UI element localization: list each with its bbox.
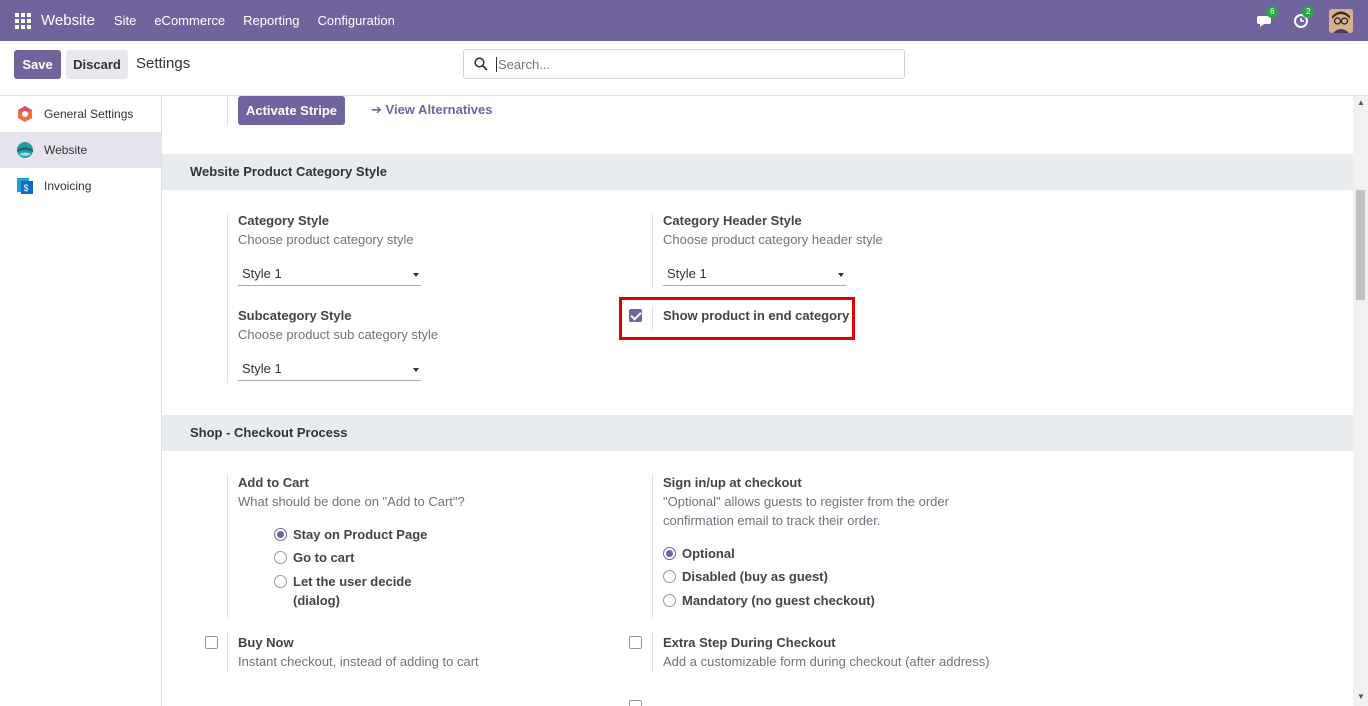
arrow-right-icon: ➔	[371, 102, 382, 117]
messages-count-badge: 6	[1266, 5, 1279, 18]
top-navbar: Website Site eCommerce Reporting Configu…	[0, 0, 1368, 41]
category-header-style-select[interactable]: Style 1	[663, 264, 846, 286]
radio-label: Mandatory (no guest checkout)	[682, 593, 875, 608]
buy-now-desc: Instant checkout, instead of adding to c…	[238, 654, 479, 669]
buy-now-checkbox[interactable]	[205, 636, 218, 649]
page-title: Settings	[136, 55, 191, 72]
radio-label: Optional	[682, 546, 735, 561]
radio-disabled[interactable]	[663, 570, 676, 583]
svg-text:$: $	[24, 183, 29, 193]
section-header-category-style: Website Product Category Style	[162, 154, 1353, 190]
caret-down-icon	[838, 273, 844, 277]
sidebar-item-label: General Settings	[44, 107, 134, 121]
radio-optional[interactable]	[663, 547, 676, 560]
settings-content: Activate Stripe ➔ View Alternatives Webs…	[162, 96, 1353, 706]
category-style-desc: Choose product category style	[238, 232, 414, 247]
vertical-scrollbar[interactable]: ▲ ▼	[1353, 96, 1368, 706]
setting-divider	[652, 632, 653, 672]
buy-now-title: Buy Now	[238, 635, 294, 650]
discard-button[interactable]: Discard	[66, 50, 128, 79]
search-input[interactable]	[496, 56, 876, 72]
app-brand[interactable]: Website	[41, 12, 95, 29]
setting-divider	[652, 213, 653, 288]
setting-divider	[227, 474, 228, 619]
activities-count-badge: 2	[1302, 5, 1315, 18]
radio-stay-on-product-page[interactable]	[274, 528, 287, 541]
menu-site[interactable]: Site	[105, 13, 145, 28]
systray: 6 2	[1257, 0, 1368, 41]
category-header-style-desc: Choose product category header style	[663, 232, 883, 247]
caret-down-icon	[413, 368, 419, 372]
control-panel: Save Discard Settings	[0, 41, 1368, 96]
activate-stripe-button[interactable]: Activate Stripe	[238, 96, 345, 125]
activities-button[interactable]: 2	[1293, 5, 1315, 29]
extra-step-title: Extra Step During Checkout	[663, 635, 836, 650]
user-avatar[interactable]	[1329, 8, 1353, 33]
sign-in-desc: "Optional" allows guests to register fro…	[663, 494, 949, 509]
radio-mandatory[interactable]	[663, 594, 676, 607]
menu-ecommerce[interactable]: eCommerce	[145, 13, 234, 28]
settings-sidebar: General Settings Website $ Invoicing	[0, 96, 162, 706]
menu-reporting[interactable]: Reporting	[234, 13, 308, 28]
view-alternatives-label: View Alternatives	[385, 102, 493, 117]
extra-step-desc: Add a customizable form during checkout …	[663, 654, 990, 669]
setting-divider	[227, 96, 228, 126]
sidebar-item-label: Invoicing	[44, 179, 92, 193]
radio-label: Let the user decide	[293, 574, 412, 589]
radio-label: Disabled (buy as guest)	[682, 569, 828, 584]
messages-button[interactable]: 6	[1257, 5, 1279, 29]
extra-step-checkbox[interactable]	[629, 636, 642, 649]
menu-configuration[interactable]: Configuration	[309, 13, 404, 28]
subcategory-style-desc: Choose product sub category style	[238, 327, 439, 342]
radio-let-user-decide[interactable]	[274, 575, 287, 588]
category-style-select[interactable]: Style 1	[238, 264, 421, 286]
view-alternatives-link[interactable]: ➔ View Alternatives	[371, 102, 492, 118]
setting-divider	[652, 474, 653, 619]
radio-label: Go to cart	[293, 550, 355, 565]
sign-in-title: Sign in/up at checkout	[663, 475, 802, 490]
radio-label: Stay on Product Page	[293, 527, 428, 542]
category-style-value: Style 1	[242, 266, 282, 281]
sidebar-item-invoicing[interactable]: $ Invoicing	[0, 168, 161, 204]
search-icon	[474, 57, 488, 71]
sidebar-item-label: Website	[44, 143, 88, 157]
website-icon	[17, 142, 33, 158]
search-bar	[463, 49, 905, 79]
highlight-box	[619, 297, 855, 340]
next-setting-checkbox[interactable]	[629, 700, 642, 706]
general-settings-icon	[18, 106, 32, 122]
subcategory-style-value: Style 1	[242, 361, 282, 376]
scroll-up-icon[interactable]: ▲	[1357, 98, 1365, 107]
category-header-style-title: Category Header Style	[663, 213, 802, 228]
apps-menu-icon[interactable]	[15, 12, 31, 29]
category-header-style-value: Style 1	[667, 266, 707, 281]
add-to-cart-title: Add to Cart	[238, 475, 309, 490]
section-header-checkout: Shop - Checkout Process	[162, 415, 1353, 451]
sign-in-desc-continued: confirmation email to track their order.	[663, 513, 881, 528]
scroll-down-icon[interactable]: ▼	[1357, 692, 1365, 701]
save-button[interactable]: Save	[14, 50, 61, 79]
main-menu: Site eCommerce Reporting Configuration	[105, 13, 404, 28]
subcategory-style-select[interactable]: Style 1	[238, 359, 421, 381]
radio-label-continued: (dialog)	[293, 593, 340, 608]
radio-go-to-cart[interactable]	[274, 551, 287, 564]
sidebar-item-website[interactable]: Website	[0, 132, 161, 168]
caret-down-icon	[413, 273, 419, 277]
invoicing-icon: $	[17, 178, 33, 194]
subcategory-style-title: Subcategory Style	[238, 308, 352, 323]
category-style-title: Category Style	[238, 213, 330, 228]
setting-divider	[227, 632, 228, 672]
setting-divider	[227, 213, 228, 383]
scroll-thumb[interactable]	[1356, 190, 1365, 300]
sidebar-item-general-settings[interactable]: General Settings	[0, 96, 161, 132]
add-to-cart-desc: What should be done on "Add to Cart"?	[238, 494, 465, 509]
